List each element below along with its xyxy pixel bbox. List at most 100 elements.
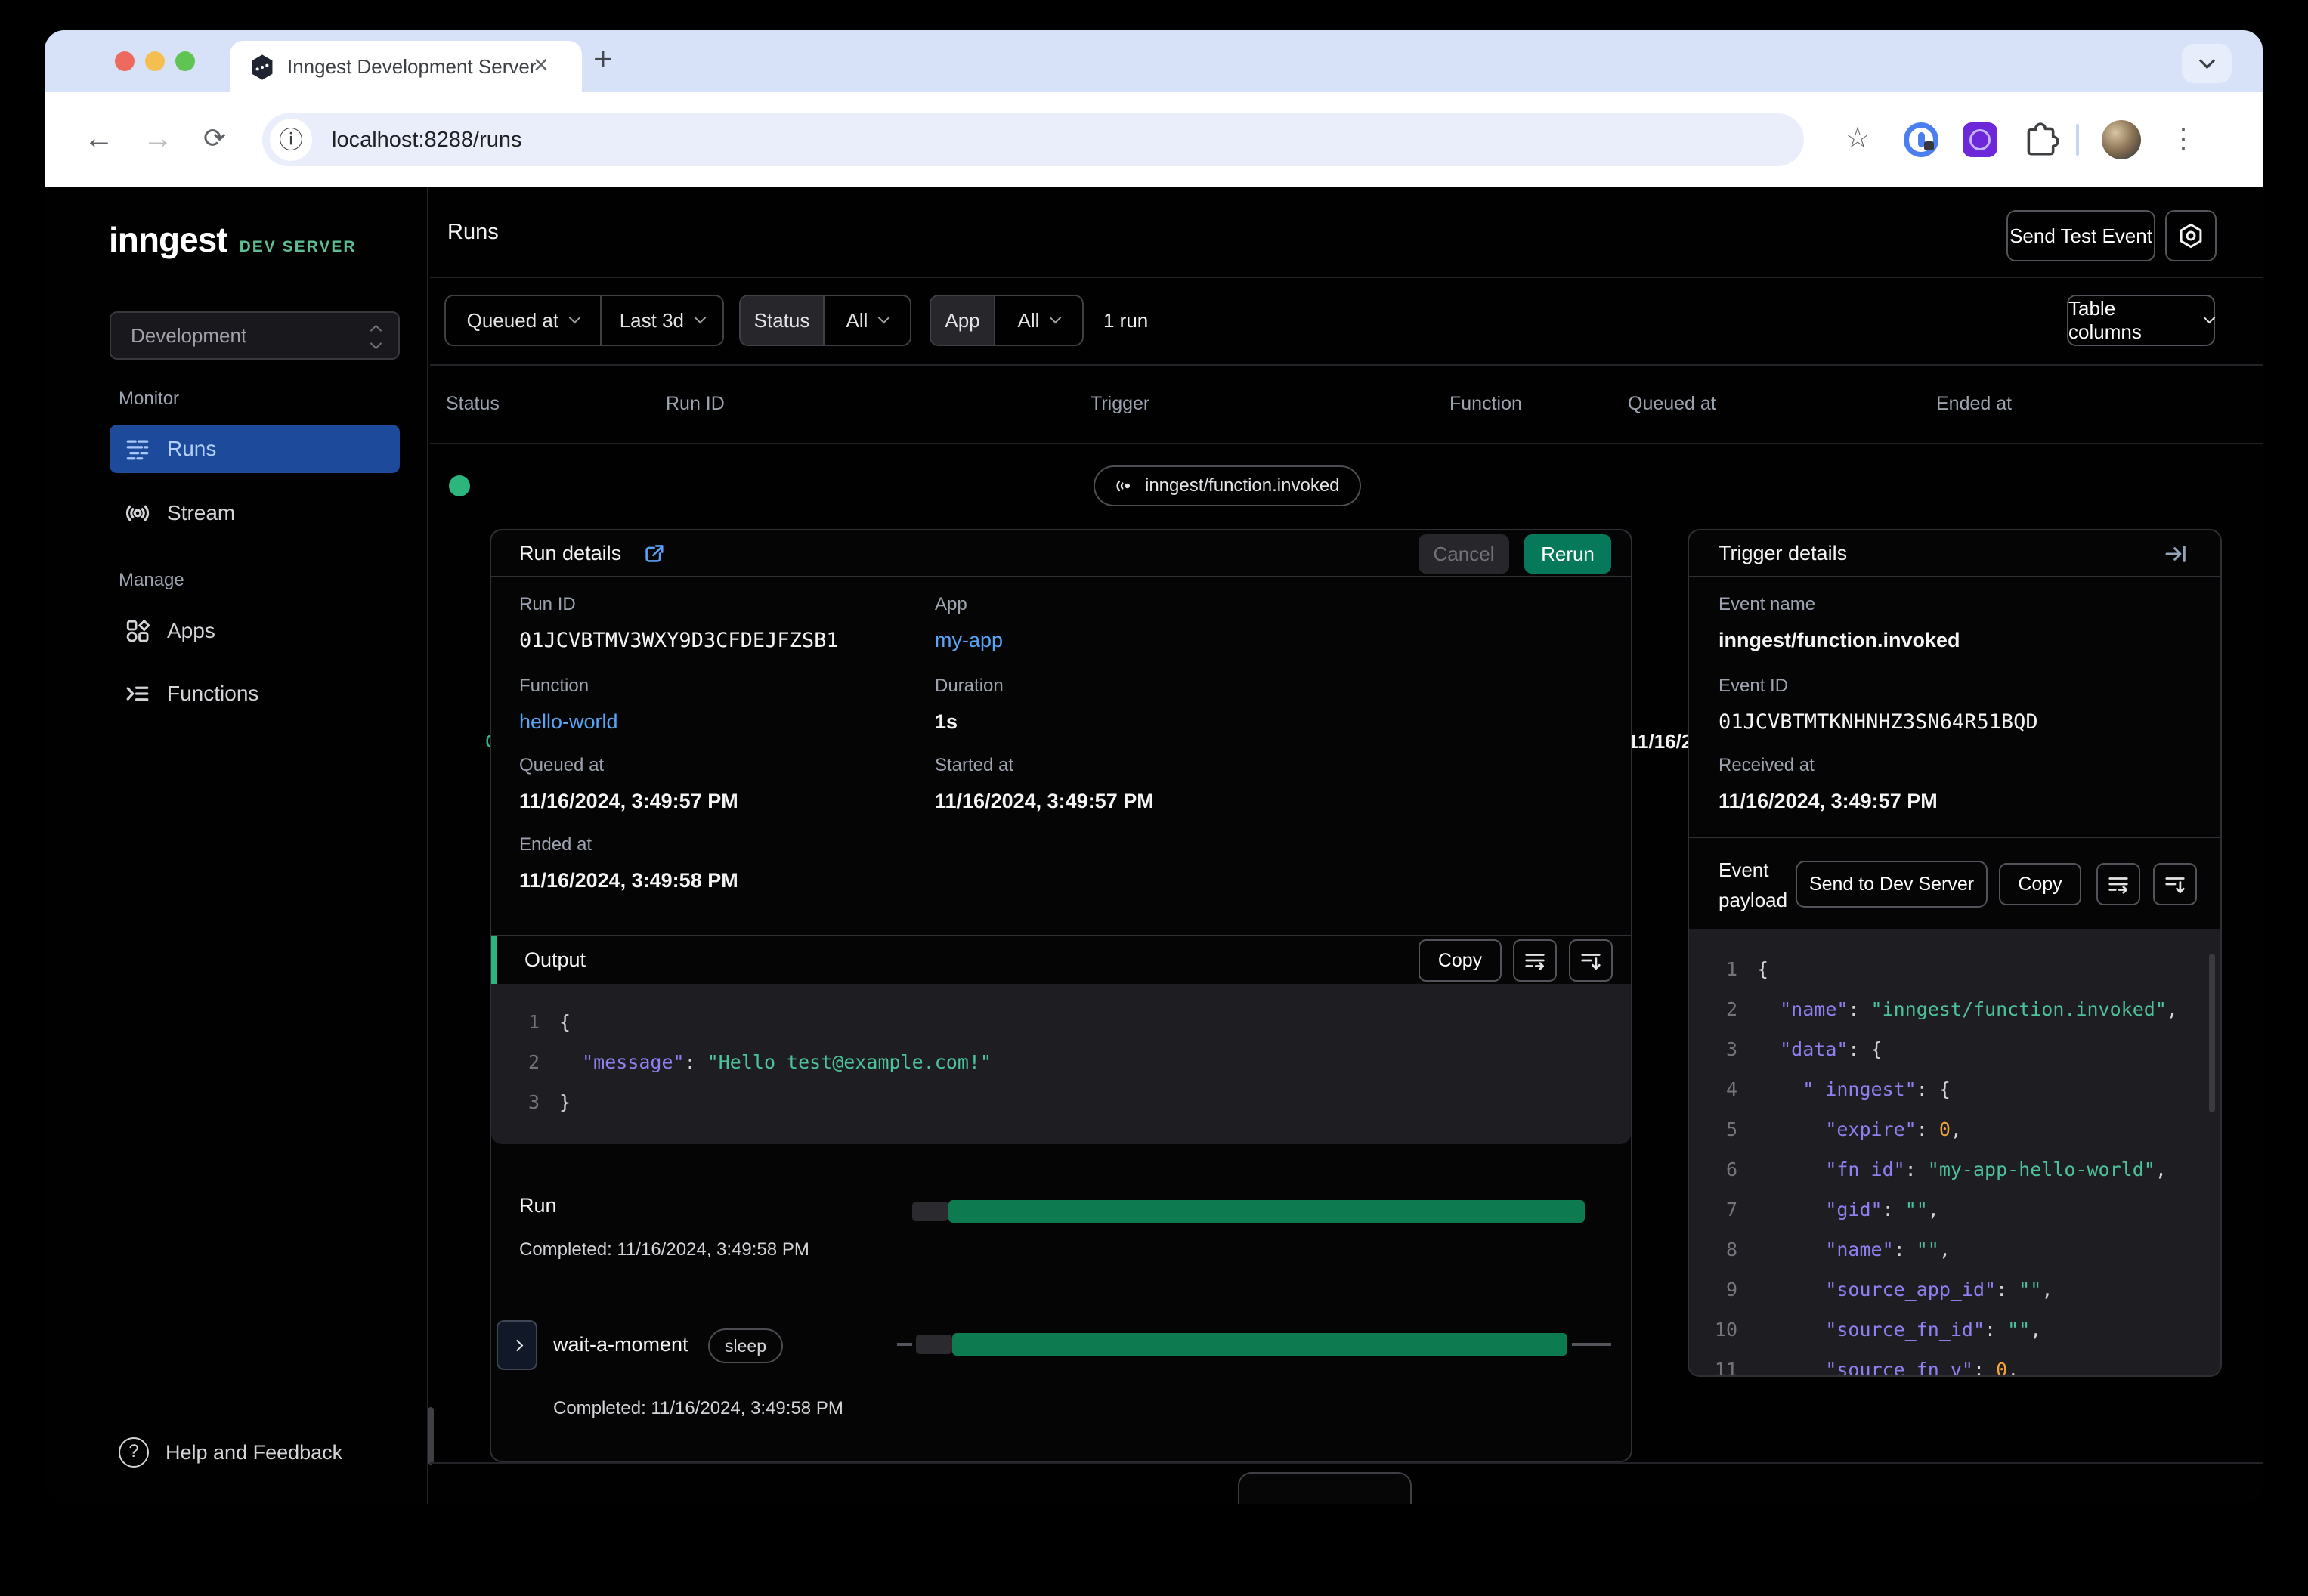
new-tab-button[interactable]: + <box>593 30 613 92</box>
apps-icon <box>126 619 150 642</box>
content-bottom-divider <box>430 1462 2263 1464</box>
help-icon: ? <box>119 1437 149 1468</box>
run-timeline-bar[interactable] <box>948 1200 1585 1223</box>
environment-selector[interactable]: Development <box>110 311 400 360</box>
ended-at-value: 11/16/2024, 3:49:58 PM <box>519 869 738 892</box>
sidebar-item-stream[interactable]: Stream <box>110 489 400 537</box>
wrap-text-icon <box>2108 877 2128 894</box>
address-bar[interactable]: ⓘ localhost:8288/runs <box>262 113 1804 166</box>
function-link[interactable]: hello-world <box>519 710 618 734</box>
output-section-header: Output Copy <box>491 935 1631 984</box>
sidebar-item-runs[interactable]: Runs <box>110 425 400 473</box>
help-and-feedback[interactable]: ? Help and Feedback <box>119 1431 342 1474</box>
minimize-window-button[interactable] <box>145 51 165 71</box>
code-line: 4 "_inngest": { <box>1725 1078 1951 1100</box>
sidebar-item-functions[interactable]: Functions <box>110 670 400 718</box>
app-filter-dropdown[interactable]: All <box>994 296 1082 345</box>
column-header-status: Status <box>446 393 500 414</box>
trigger-event-badge[interactable]: inngest/function.invoked <box>1094 466 1361 506</box>
payload-wrap-lines-button[interactable] <box>2096 863 2140 905</box>
browser-toolbar: ← → ⟳ ⓘ localhost:8288/runs ☆ ⋮ <box>45 92 2263 189</box>
status-dot <box>449 475 470 496</box>
zoom-window-button[interactable] <box>175 51 195 71</box>
step-timeline-bar[interactable] <box>952 1333 1567 1356</box>
output-copy-button[interactable]: Copy <box>1419 939 1502 982</box>
step-expand-button[interactable] <box>497 1320 537 1370</box>
site-info-icon[interactable]: ⓘ <box>270 119 312 161</box>
profile-avatar[interactable] <box>2102 120 2141 159</box>
run-completed-text: Completed: 11/16/2024, 3:49:58 PM <box>519 1239 809 1260</box>
tab-close-icon[interactable]: × <box>534 41 549 92</box>
send-test-event-button[interactable]: Send Test Event <box>2006 210 2155 261</box>
browser-window: Inngest Development Server × + ← → ⟳ ⓘ l… <box>45 30 2263 1504</box>
run-details-header: Run details Cancel Rerun <box>491 530 1631 577</box>
inngest-favicon <box>252 54 273 80</box>
output-wrap-lines-button[interactable] <box>1513 939 1557 982</box>
event-id-label: Event ID <box>1719 676 1789 696</box>
forward-icon[interactable]: → <box>143 92 173 187</box>
code-line: 3} <box>527 1091 571 1113</box>
reload-icon[interactable]: ⟳ <box>203 92 226 187</box>
chevron-right-icon <box>511 1339 523 1351</box>
collapse-panel-icon[interactable] <box>2164 542 2188 566</box>
code-line: 9 "source_app_id": "", <box>1725 1279 2053 1301</box>
inngest-app: inngest DEV SERVER Development Monitor R… <box>45 187 2263 1504</box>
output-title: Output <box>524 948 586 971</box>
trigger-details-panel: Trigger details Event name inngest/funct… <box>1688 529 2222 1377</box>
output-expand-button[interactable] <box>1569 939 1613 982</box>
step-name: wait-a-moment <box>553 1333 688 1356</box>
started-at-label: Started at <box>935 755 1014 775</box>
payload-scrollbar-thumb[interactable] <box>2209 954 2215 1112</box>
payload-expand-button[interactable] <box>2153 863 2197 905</box>
inngest-logo: inngest DEV SERVER <box>109 220 357 259</box>
status-filter-dropdown[interactable]: All <box>823 296 910 345</box>
browser-tab[interactable]: Inngest Development Server × <box>230 41 582 92</box>
send-to-dev-server-button[interactable]: Send to Dev Server <box>1796 861 1988 908</box>
code-line: 10 "source_fn_id": "", <box>1714 1319 2042 1341</box>
back-icon[interactable]: ← <box>84 92 114 187</box>
code-line: 2 "message": "Hello test@example.com!" <box>527 1051 992 1073</box>
ended-at-label: Ended at <box>519 834 592 855</box>
received-at-value: 11/16/2024, 3:49:57 PM <box>1719 790 1938 812</box>
app-filter-group: App All <box>930 295 1084 346</box>
code-line: 6 "fn_id": "my-app-hello-world", <box>1725 1158 2167 1180</box>
sidebar-item-apps[interactable]: Apps <box>110 607 400 655</box>
settings-button[interactable] <box>2165 210 2217 261</box>
chevron-down-icon <box>568 311 581 323</box>
code-line: 11 "source_fn_v": 0, <box>1714 1359 2019 1375</box>
purple-extension-icon[interactable] <box>1963 122 1997 157</box>
payload-copy-button[interactable]: Copy <box>1999 863 2081 905</box>
cancel-button[interactable]: Cancel <box>1419 534 1509 574</box>
run-details-panel: Run details Cancel Rerun Run ID 01JCVBTM… <box>490 529 1632 1462</box>
event-payload-header: Event payload Send to Dev Server Copy <box>1689 837 2220 929</box>
table-row[interactable]: Completed 01JCVBTMV3WXY9D3CFDEJFZSB1 inn… <box>430 443 2263 753</box>
external-link-icon[interactable] <box>642 543 665 565</box>
functions-icon <box>126 686 149 701</box>
select-updown-icon <box>370 324 382 350</box>
url-text: localhost:8288/runs <box>332 128 522 152</box>
scroll-down-icon <box>1581 954 1601 970</box>
event-id-value: 01JCVBTMTKNHNHZ3SN64R51BQD <box>1719 710 2038 734</box>
tab-search-chevron-icon[interactable] <box>2182 44 2232 83</box>
table-columns-button[interactable]: Table columns <box>2067 295 2216 346</box>
bookmark-star-icon[interactable]: ☆ <box>1845 92 1870 187</box>
runs-icon <box>126 440 149 460</box>
app-link[interactable]: my-app <box>935 629 1003 652</box>
chevron-down-icon <box>694 311 707 323</box>
browser-menu-kebab-icon[interactable]: ⋮ <box>2170 92 2197 187</box>
time-range-dropdown[interactable]: Last 3d <box>599 296 722 345</box>
partial-button[interactable] <box>1238 1472 1412 1504</box>
received-at-label: Received at <box>1719 755 1815 775</box>
code-line: 5 "expire": 0, <box>1725 1118 1962 1140</box>
time-field-dropdown[interactable]: Queued at <box>446 296 600 345</box>
code-line: 2 "name": "inngest/function.invoked", <box>1725 998 2178 1020</box>
close-window-button[interactable] <box>115 51 135 71</box>
password-extension-icon[interactable] <box>1904 122 1938 157</box>
run-id-value: 01JCVBTMV3WXY9D3CFDEJFZSB1 <box>519 629 839 652</box>
queued-at-value: 11/16/2024, 3:49:57 PM <box>519 790 738 812</box>
sidebar-section-monitor: Monitor <box>119 388 180 409</box>
output-code-block: 1{2 "message": "Hello test@example.com!"… <box>491 984 1631 1144</box>
extensions-puzzle-icon[interactable] <box>2022 121 2059 159</box>
code-line: 8 "name": "", <box>1725 1239 1951 1260</box>
rerun-button[interactable]: Rerun <box>1524 534 1611 574</box>
